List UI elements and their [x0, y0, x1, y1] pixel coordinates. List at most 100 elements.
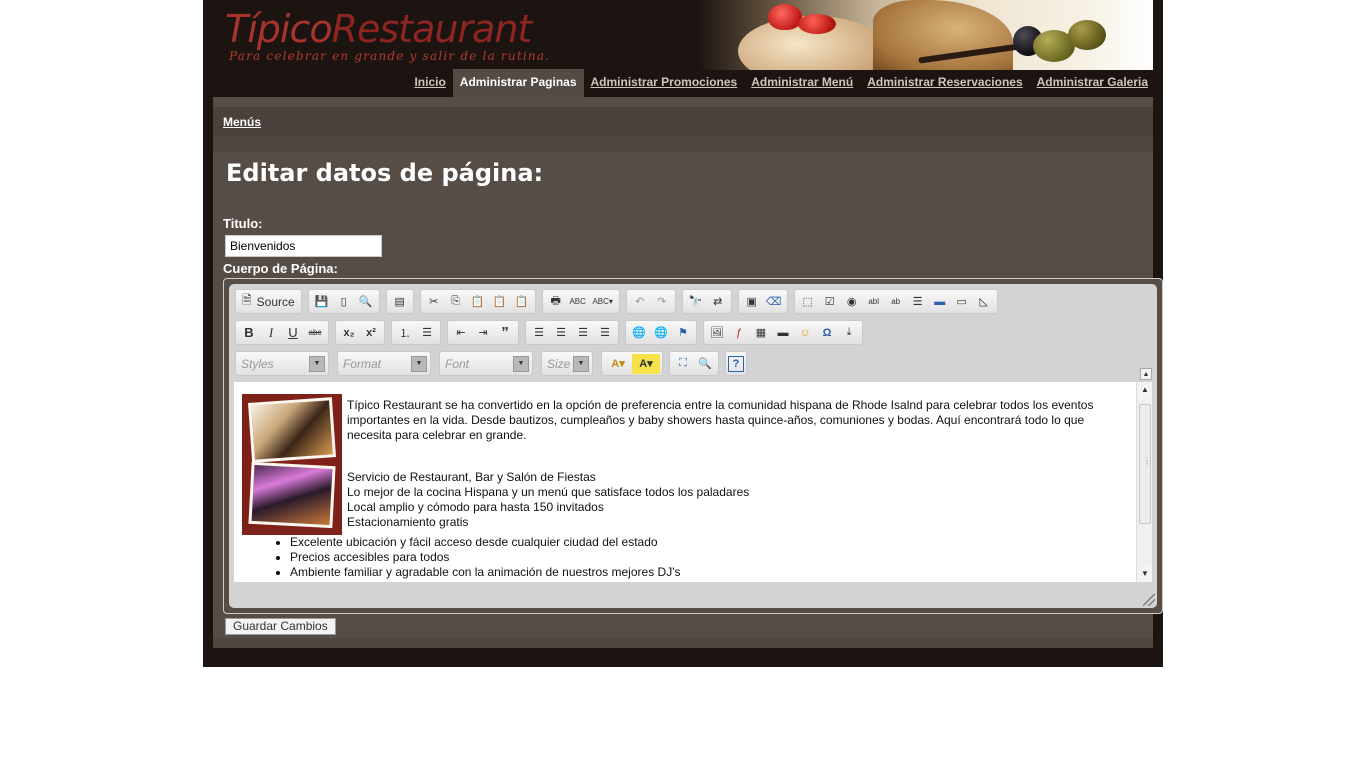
- chevron-down-icon: ▼: [513, 355, 529, 372]
- image-icon[interactable]: 🖼: [706, 323, 728, 343]
- source-button[interactable]: 🗎 Source: [238, 292, 299, 312]
- checkbox-icon[interactable]: ☑: [819, 292, 841, 312]
- align-left-icon[interactable]: ☰: [528, 323, 550, 343]
- header-food-photo: [698, 0, 1153, 70]
- page-wrapper: TípicoRestaurant Para celebrar en grande…: [203, 0, 1163, 667]
- background-color-icon[interactable]: A▾: [632, 353, 660, 374]
- intro-paragraph: Típico Restaurant se ha convertido en la…: [347, 398, 1094, 442]
- list-item: Excelente ubicación y fácil acceso desde…: [290, 535, 1128, 550]
- list-item: Lo mejor de la cocina Hispana y un menú …: [347, 485, 750, 499]
- subnav-bar: Menús: [213, 107, 1153, 137]
- chevron-down-icon: ▼: [309, 355, 325, 372]
- size-combo[interactable]: Size ▼: [541, 351, 593, 376]
- find-icon[interactable]: 🔭: [685, 292, 707, 312]
- special-char-icon[interactable]: Ω: [816, 323, 838, 343]
- select-field-icon[interactable]: ☰: [907, 292, 929, 312]
- italic-icon[interactable]: I: [260, 323, 282, 343]
- titulo-label: Titulo:: [223, 216, 263, 231]
- nav-administrar-galeria[interactable]: Administrar Galeria: [1030, 69, 1155, 97]
- logo-text-part1: Típico: [225, 7, 333, 51]
- replace-icon[interactable]: ⇄: [707, 292, 729, 312]
- spellcheck-as-you-type-icon[interactable]: ABC▾: [589, 292, 617, 312]
- toolbar-row-1: 🗎 Source 💾 ▯ 🔍 ▤ ✂ ⎘ 📋 📋 📋 🖶 ABC ABC▾ ↶ …: [235, 289, 1004, 314]
- nav-administrar-menu[interactable]: Administrar Menú: [744, 69, 860, 97]
- page-break-icon[interactable]: ⤓: [838, 323, 860, 343]
- show-blocks-icon[interactable]: 🔍: [694, 354, 716, 374]
- toolbar-row-2: B I U abc x₂ x² ⒈ ☰ ⇤ ⇥ ” ☰ ☰ ☰ ☰ 🌐 🌐 ⚑ …: [235, 320, 869, 345]
- chevron-down-icon: ▼: [573, 355, 589, 372]
- nav-administrar-promociones[interactable]: Administrar Promociones: [584, 69, 745, 97]
- collapse-toolbar-icon[interactable]: ▲: [1140, 368, 1152, 380]
- main-nav: Inicio Administrar Paginas Administrar P…: [203, 69, 1163, 97]
- list-item: Ambiente familiar y agradable con la ani…: [290, 565, 1128, 580]
- nav-inicio[interactable]: Inicio: [407, 69, 452, 97]
- logo-tagline: Para celebrar en grande y salir de la ru…: [229, 49, 551, 63]
- logo-text-part2: Restaurant: [331, 7, 533, 51]
- paste-word-icon[interactable]: 📋: [511, 292, 533, 312]
- strikethrough-icon[interactable]: abc: [304, 323, 326, 343]
- bulleted-list-icon[interactable]: ☰: [416, 323, 438, 343]
- flash-icon[interactable]: ƒ: [728, 323, 750, 343]
- undo-icon[interactable]: ↶: [629, 292, 651, 312]
- radio-icon[interactable]: ◉: [841, 292, 863, 312]
- form-icon[interactable]: ⬚: [797, 292, 819, 312]
- paste-icon[interactable]: 📋: [467, 292, 489, 312]
- bullet-list: Excelente ubicación y fácil acceso desde…: [290, 535, 1128, 580]
- subscript-icon[interactable]: x₂: [338, 323, 360, 343]
- smiley-icon[interactable]: ☺: [794, 323, 816, 343]
- save-button[interactable]: Guardar Cambios: [225, 618, 336, 635]
- indent-icon[interactable]: ⇥: [472, 323, 494, 343]
- new-page-icon[interactable]: ▯: [333, 292, 355, 312]
- subnav-menus-link[interactable]: Menús: [223, 115, 261, 129]
- editor-document-area[interactable]: Típico Restaurant se ha convertido en la…: [234, 382, 1152, 582]
- toolbar-row-3: Styles ▼ Format ▼ Font ▼ Size ▼ A▾ A▾ ⛶ 🔍 ?: [235, 351, 753, 376]
- help-icon[interactable]: ?: [728, 355, 744, 372]
- copy-icon[interactable]: ⎘: [445, 292, 467, 312]
- scroll-up-icon[interactable]: ▲: [1137, 382, 1152, 398]
- align-center-icon[interactable]: ☰: [550, 323, 572, 343]
- link-icon[interactable]: 🌐: [628, 323, 650, 343]
- resize-handle-icon[interactable]: [1143, 594, 1155, 606]
- align-right-icon[interactable]: ☰: [572, 323, 594, 343]
- scroll-down-icon[interactable]: ▼: [1137, 566, 1152, 582]
- numbered-list-icon[interactable]: ⒈: [394, 323, 416, 343]
- text-field-icon[interactable]: abl: [863, 292, 885, 312]
- unlink-icon[interactable]: 🌐: [650, 323, 672, 343]
- superscript-icon[interactable]: x²: [360, 323, 382, 343]
- textarea-icon[interactable]: ab: [885, 292, 907, 312]
- table-icon[interactable]: ▦: [750, 323, 772, 343]
- list-item: Local amplio y cómodo para hasta 150 inv…: [347, 500, 604, 514]
- blockquote-icon[interactable]: ”: [494, 323, 516, 343]
- select-all-icon[interactable]: ▣: [741, 292, 763, 312]
- titulo-input[interactable]: [225, 235, 382, 257]
- horizontal-rule-icon[interactable]: ▬: [772, 323, 794, 343]
- redo-icon[interactable]: ↷: [651, 292, 673, 312]
- image-button-icon[interactable]: ▭: [951, 292, 973, 312]
- maximize-icon[interactable]: ⛶: [672, 354, 694, 374]
- preview-icon[interactable]: 🔍: [355, 292, 377, 312]
- format-combo[interactable]: Format ▼: [337, 351, 431, 376]
- templates-icon[interactable]: ▤: [389, 292, 411, 312]
- text-color-icon[interactable]: A▾: [604, 354, 632, 374]
- editor-scrollbar[interactable]: ▲ ⋮ ⋮ ▼: [1136, 382, 1152, 582]
- nav-administrar-reservaciones[interactable]: Administrar Reservaciones: [860, 69, 1029, 97]
- styles-combo[interactable]: Styles ▼: [235, 351, 329, 376]
- list-item: Precios accesibles para todos: [290, 550, 1128, 565]
- paste-text-icon[interactable]: 📋: [489, 292, 511, 312]
- spellcheck-icon[interactable]: ABC: [567, 292, 589, 312]
- hidden-field-icon[interactable]: ◺: [973, 292, 995, 312]
- font-combo[interactable]: Font ▼: [439, 351, 533, 376]
- print-icon[interactable]: 🖶: [545, 292, 567, 312]
- chevron-down-icon: ▼: [411, 355, 427, 372]
- save-icon[interactable]: 💾: [311, 292, 333, 312]
- button-field-icon[interactable]: ▬: [929, 292, 951, 312]
- cut-icon[interactable]: ✂: [423, 292, 445, 312]
- scrollbar-thumb[interactable]: ⋮ ⋮: [1139, 404, 1151, 524]
- remove-format-icon[interactable]: ⌫: [763, 292, 785, 312]
- outdent-icon[interactable]: ⇤: [450, 323, 472, 343]
- underline-icon[interactable]: U: [282, 323, 304, 343]
- anchor-icon[interactable]: ⚑: [672, 323, 694, 343]
- bold-icon[interactable]: B: [238, 323, 260, 343]
- nav-administrar-paginas[interactable]: Administrar Paginas: [452, 69, 584, 97]
- justify-icon[interactable]: ☰: [594, 323, 616, 343]
